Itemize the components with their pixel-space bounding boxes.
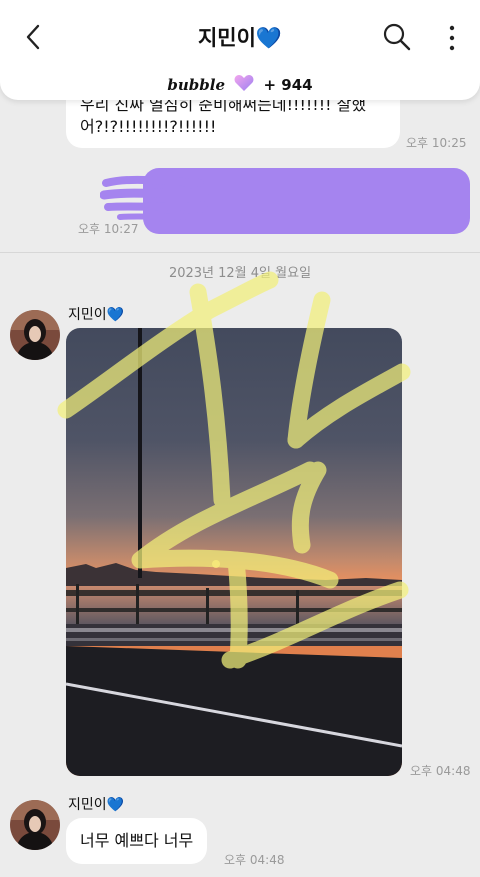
redaction-scribble	[100, 175, 209, 220]
bubble-subscription[interactable]: bubble + 944	[0, 74, 480, 94]
bubble-count: + 944	[263, 76, 313, 94]
search-icon	[383, 23, 411, 51]
profile-photo-2	[10, 800, 60, 850]
chat-header: 지민이💙 bubble + 944	[0, 0, 480, 100]
date-divider-line	[0, 252, 480, 253]
message-time: 오후 10:25	[406, 136, 467, 150]
avatar[interactable]	[10, 310, 60, 360]
date-separator: 2023년 12월 4일 월요일	[168, 266, 312, 281]
more-options-button[interactable]	[446, 24, 458, 52]
bubble-logo: bubble	[167, 76, 226, 94]
own-message-time: 오후 10:27	[78, 222, 139, 236]
message-bubble-2[interactable]: 너무 예쁘다 너무	[66, 818, 208, 864]
profile-photo	[10, 310, 60, 360]
message-text-2: 너무 예쁘다 너무	[80, 831, 194, 850]
sender-name: 지민이💙	[68, 307, 125, 323]
photo-message[interactable]	[66, 328, 402, 776]
heart-icon	[234, 75, 254, 91]
sunset-photo	[66, 328, 402, 776]
photo-time: 오후 04:48	[410, 764, 471, 778]
search-button[interactable]	[382, 22, 412, 52]
sender-name-2: 지민이💙	[68, 797, 125, 813]
message-time-2: 오후 04:48	[224, 853, 285, 867]
avatar-2[interactable]	[10, 800, 60, 850]
more-vertical-icon	[449, 25, 455, 51]
message-text: 우리 진짜 열심히 준비해써는데!!!!!!! 잘했어?!?!!!!!!!!?!…	[80, 95, 367, 136]
